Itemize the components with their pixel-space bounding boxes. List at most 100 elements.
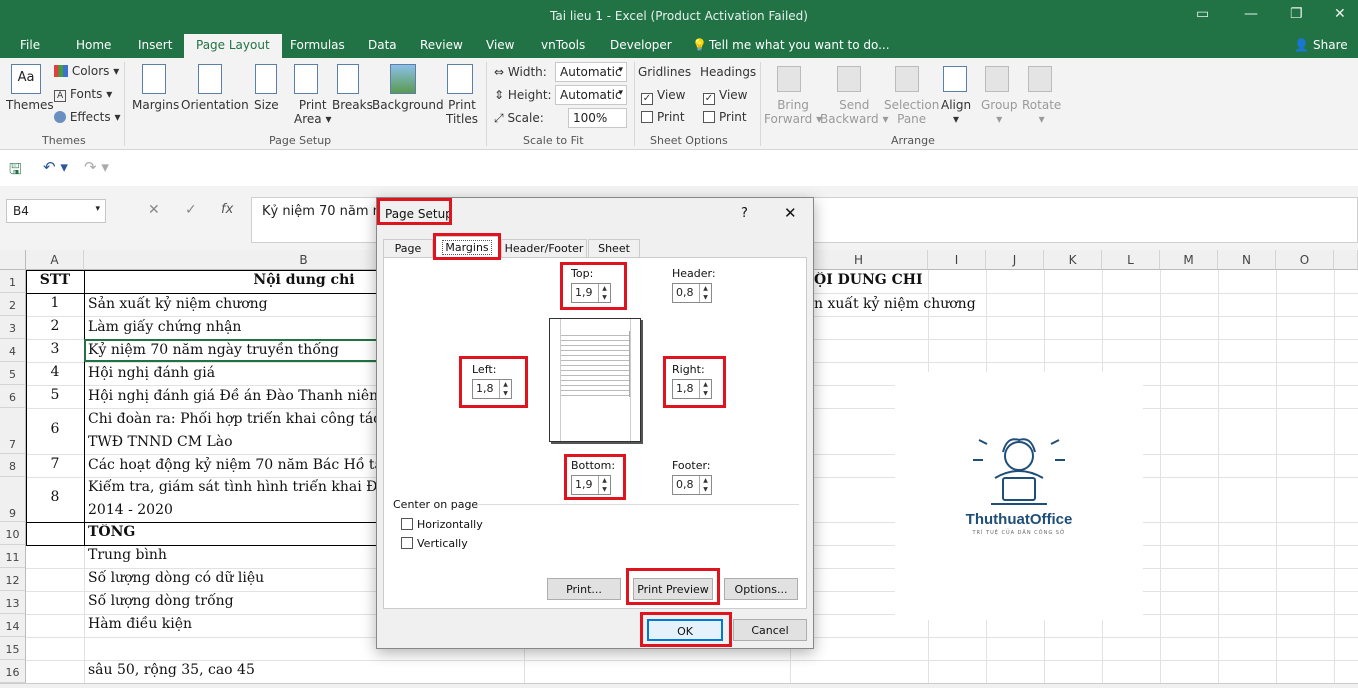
column-header-i[interactable]: I [928,250,986,270]
cell-b16[interactable]: sâu 50, rộng 35, cao 45 [88,662,524,678]
height-select[interactable]: Automatic ▾ [555,85,627,105]
scale-input[interactable]: 100% [568,108,627,128]
tab-formulas[interactable]: Formulas [290,38,345,52]
horizontally-checkbox[interactable]: Horizontally [401,518,483,531]
column-header-k[interactable]: K [1044,250,1102,270]
row-header[interactable]: 5 [0,362,26,385]
row-header[interactable]: 14 [0,614,26,637]
options-button[interactable]: Options... [724,578,798,600]
gridlines-print-checkbox[interactable]: Print [641,110,685,124]
column-header-j[interactable]: J [986,250,1044,270]
redo-icon[interactable]: ↷ ▾ [84,158,109,176]
row-header[interactable]: 16 [0,660,26,683]
tab-page-layout[interactable]: Page Layout [184,34,282,58]
group-button[interactable]: Group ▾ [981,98,1018,126]
row-header[interactable]: 4 [0,339,26,362]
print-titles-button[interactable]: Print Titles [446,98,478,126]
column-header-o[interactable]: O [1276,250,1334,270]
row-header[interactable]: 1 [0,270,26,293]
tab-sheet[interactable]: Sheet [588,239,640,257]
help-button[interactable]: ? [741,206,748,221]
row-header[interactable]: 3 [0,316,26,339]
print-button[interactable]: Print... [547,578,621,600]
column-header-l[interactable]: L [1102,250,1160,270]
row-header[interactable]: 10 [0,522,26,545]
column-header[interactable] [1334,250,1358,270]
sheet-tabs-bar[interactable] [0,683,1358,688]
effects-button[interactable]: Effects ▾ [54,110,120,124]
cell-a2[interactable]: 1 [26,295,84,311]
select-all-corner[interactable] [0,250,26,270]
bring-forward-button[interactable]: Bring Forward ▾ [764,98,822,126]
row-header[interactable]: 6 [0,385,26,408]
column-header-a[interactable]: A [26,250,84,270]
cancel-entry-icon[interactable]: ✕ [148,202,160,218]
restore-icon[interactable]: ❐ [1290,6,1303,22]
name-box[interactable]: B4 ▾ [6,199,106,223]
column-header-n[interactable]: N [1218,250,1276,270]
cell-h2[interactable]: n xuất kỷ niệm chương [814,296,1034,312]
tab-review[interactable]: Review [420,38,463,52]
cell-a1[interactable]: STT [26,272,84,288]
tab-vntools[interactable]: vnTools [541,38,585,52]
footer-margin-input[interactable]: 0,8 ▲ ▼ [672,475,712,495]
minimize-icon[interactable]: — [1244,6,1258,22]
size-button[interactable]: Size [254,98,279,112]
gridlines-view-checkbox[interactable]: ✓ View [641,88,685,105]
ribbon-display-icon[interactable]: ▭ [1196,6,1209,22]
share-button[interactable]: Share [1313,38,1348,52]
row-header[interactable]: 15 [0,637,26,660]
orientation-button[interactable]: Orientation [181,98,249,112]
tab-header-footer[interactable]: Header/Footer [501,239,587,257]
width-select[interactable]: Automatic ▾ [555,62,627,82]
close-dialog-button[interactable]: ✕ [784,204,797,222]
tab-developer[interactable]: Developer [610,38,672,52]
cell-a4[interactable]: 3 [26,341,84,357]
close-window-icon[interactable]: ✕ [1334,6,1346,22]
spinner-icon[interactable]: ▲ ▼ [699,476,711,494]
spinner-icon[interactable]: ▲ ▼ [699,284,711,302]
print-area-button[interactable]: Print Area ▾ [294,98,331,126]
undo-icon[interactable]: ↶ ▾ [43,158,68,176]
cell-a7[interactable]: 6 [26,421,84,437]
tab-insert[interactable]: Insert [138,38,172,52]
cell-a3[interactable]: 2 [26,318,84,334]
row-header[interactable]: 13 [0,591,26,614]
row-header[interactable]: 12 [0,568,26,591]
align-button[interactable]: Align ▾ [941,98,971,126]
breaks-button[interactable]: Breaks [332,98,373,112]
logo-image[interactable]: ThuthuatOffice TRÍ TUỆ CỦA DÂN CÔNG SỞ [895,372,1143,620]
row-header[interactable]: 2 [0,293,26,316]
background-button[interactable]: Background [372,98,444,112]
row-header[interactable]: 9 [0,477,26,522]
confirm-entry-icon[interactable]: ✓ [185,202,197,218]
column-header-m[interactable]: M [1160,250,1218,270]
tab-home[interactable]: Home [76,38,111,52]
insert-function-icon[interactable]: fx [221,202,233,217]
tell-me-search[interactable]: Tell me what you want to do... [709,38,890,52]
row-header[interactable]: 8 [0,454,26,477]
cancel-button[interactable]: Cancel [733,619,807,641]
headings-print-checkbox[interactable]: Print [703,110,747,124]
selection-pane-button[interactable]: Selection Pane [884,98,939,126]
margins-button[interactable]: Margins [132,98,179,112]
row-header[interactable]: 7 [0,408,26,454]
tab-data[interactable]: Data [368,38,397,52]
fonts-button[interactable]: A Fonts ▾ [54,87,112,102]
tab-view[interactable]: View [486,38,514,52]
row-header[interactable]: 11 [0,545,26,568]
tab-file[interactable]: File [20,38,40,52]
cell-h1[interactable]: ỘI DUNG CHI [814,272,1014,288]
tab-page[interactable]: Page [383,239,433,257]
save-icon[interactable]: 🖫 [9,159,22,184]
header-margin-input[interactable]: 0,8 ▲ ▼ [672,283,712,303]
cell-a5[interactable]: 4 [26,364,84,380]
cell-a8[interactable]: 7 [26,456,84,472]
colors-button[interactable]: Colors ▾ [54,64,119,78]
themes-button[interactable]: Themes [6,98,54,112]
vertically-checkbox[interactable]: Vertically [401,537,468,550]
cell-a6[interactable]: 5 [26,387,84,403]
cell-a9[interactable]: 8 [26,489,84,505]
rotate-button[interactable]: Rotate ▾ [1022,98,1061,126]
headings-view-checkbox[interactable]: ✓ View [703,88,747,105]
